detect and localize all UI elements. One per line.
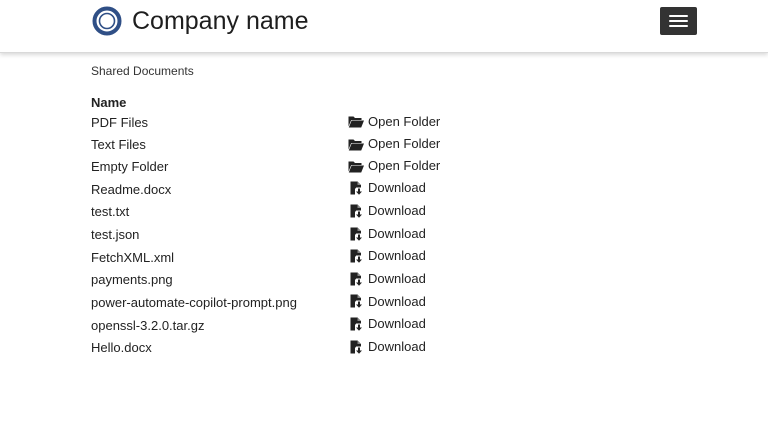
table-row: PDF Files Open Folder xyxy=(91,112,440,134)
action-label: Download xyxy=(368,248,426,264)
download-link[interactable]: Download xyxy=(348,246,426,266)
file-download-icon xyxy=(348,294,368,309)
action-label: Open Folder xyxy=(368,158,441,174)
table-row: Readme.docx Download xyxy=(91,178,440,201)
file-download-icon xyxy=(348,204,368,218)
file-name: PDF Files xyxy=(91,115,149,131)
action-label: Download xyxy=(368,203,426,218)
site-header: Company name xyxy=(0,0,768,53)
action-label: Download xyxy=(368,316,426,332)
action-label: Open Folder xyxy=(368,114,441,129)
file-table-body: PDF Files Open Folder Text Files Open Fo… xyxy=(91,112,440,359)
table-row: openssl-3.2.0.tar.gz Download xyxy=(91,314,440,337)
file-download-icon xyxy=(348,340,368,354)
table-row: Text Files Open Folder xyxy=(91,134,440,156)
menu-bar xyxy=(669,25,688,27)
menu-bar xyxy=(669,20,688,22)
column-header-action xyxy=(348,94,440,112)
file-download-icon xyxy=(348,227,368,241)
open-folder-link[interactable]: Open Folder xyxy=(348,134,440,154)
ring-logo-icon xyxy=(92,6,122,36)
action-label: Open Folder xyxy=(368,136,441,152)
brand-name[interactable]: Company name xyxy=(132,6,308,36)
file-name: Text Files xyxy=(91,137,146,153)
action-label: Download xyxy=(368,270,426,286)
file-table: Name PDF Files Open Folder Text Files Op… xyxy=(91,94,440,359)
file-name: Empty Folder xyxy=(91,159,169,175)
file-download-icon xyxy=(348,272,368,286)
table-row: test.json Download xyxy=(91,224,440,247)
table-row: payments.png Download xyxy=(91,269,440,292)
folder-open-icon xyxy=(348,160,368,173)
folder-open-icon xyxy=(348,138,368,151)
action-label: Download xyxy=(368,293,426,309)
file-name: Hello.docx xyxy=(91,340,152,356)
download-link[interactable]: Download xyxy=(348,292,426,312)
menu-bar xyxy=(669,15,688,17)
file-name: test.json xyxy=(91,227,140,243)
download-link[interactable]: Download xyxy=(348,269,426,289)
download-link[interactable]: Download xyxy=(348,224,426,244)
download-link[interactable]: Download xyxy=(348,201,426,221)
brand[interactable]: Company name xyxy=(92,6,308,36)
table-row: power-automate-copilot-prompt.png Downlo… xyxy=(91,292,440,315)
main-content: Shared Documents Name PDF Files Open Fol… xyxy=(91,63,691,359)
download-link[interactable]: Download xyxy=(348,314,426,334)
breadcrumb: Shared Documents xyxy=(91,64,194,78)
download-link[interactable]: Download xyxy=(348,178,426,198)
file-download-icon xyxy=(348,181,368,195)
file-name: payments.png xyxy=(91,272,173,288)
open-folder-link[interactable]: Open Folder xyxy=(348,156,440,176)
column-header-name: Name xyxy=(91,95,127,110)
file-download-icon xyxy=(348,249,368,263)
file-name: openssl-3.2.0.tar.gz xyxy=(91,317,205,333)
file-download-icon xyxy=(348,317,368,331)
file-name: power-automate-copilot-prompt.png xyxy=(91,294,297,310)
hamburger-menu-button[interactable] xyxy=(660,7,697,35)
table-row: FetchXML.xml Download xyxy=(91,246,440,269)
action-label: Download xyxy=(368,338,426,354)
table-row: Hello.docx Download xyxy=(91,337,440,360)
file-name: Readme.docx xyxy=(91,181,172,197)
action-label: Download xyxy=(368,180,426,196)
download-link[interactable]: Download xyxy=(348,337,426,357)
action-label: Download xyxy=(368,225,426,241)
table-row: test.txt Download xyxy=(91,201,440,224)
folder-open-icon xyxy=(348,115,368,128)
file-name: test.txt xyxy=(91,204,130,220)
table-row: Empty Folder Open Folder xyxy=(91,156,440,178)
open-folder-link[interactable]: Open Folder xyxy=(348,112,440,132)
file-name: FetchXML.xml xyxy=(91,249,175,265)
table-header-row: Name xyxy=(91,94,440,112)
